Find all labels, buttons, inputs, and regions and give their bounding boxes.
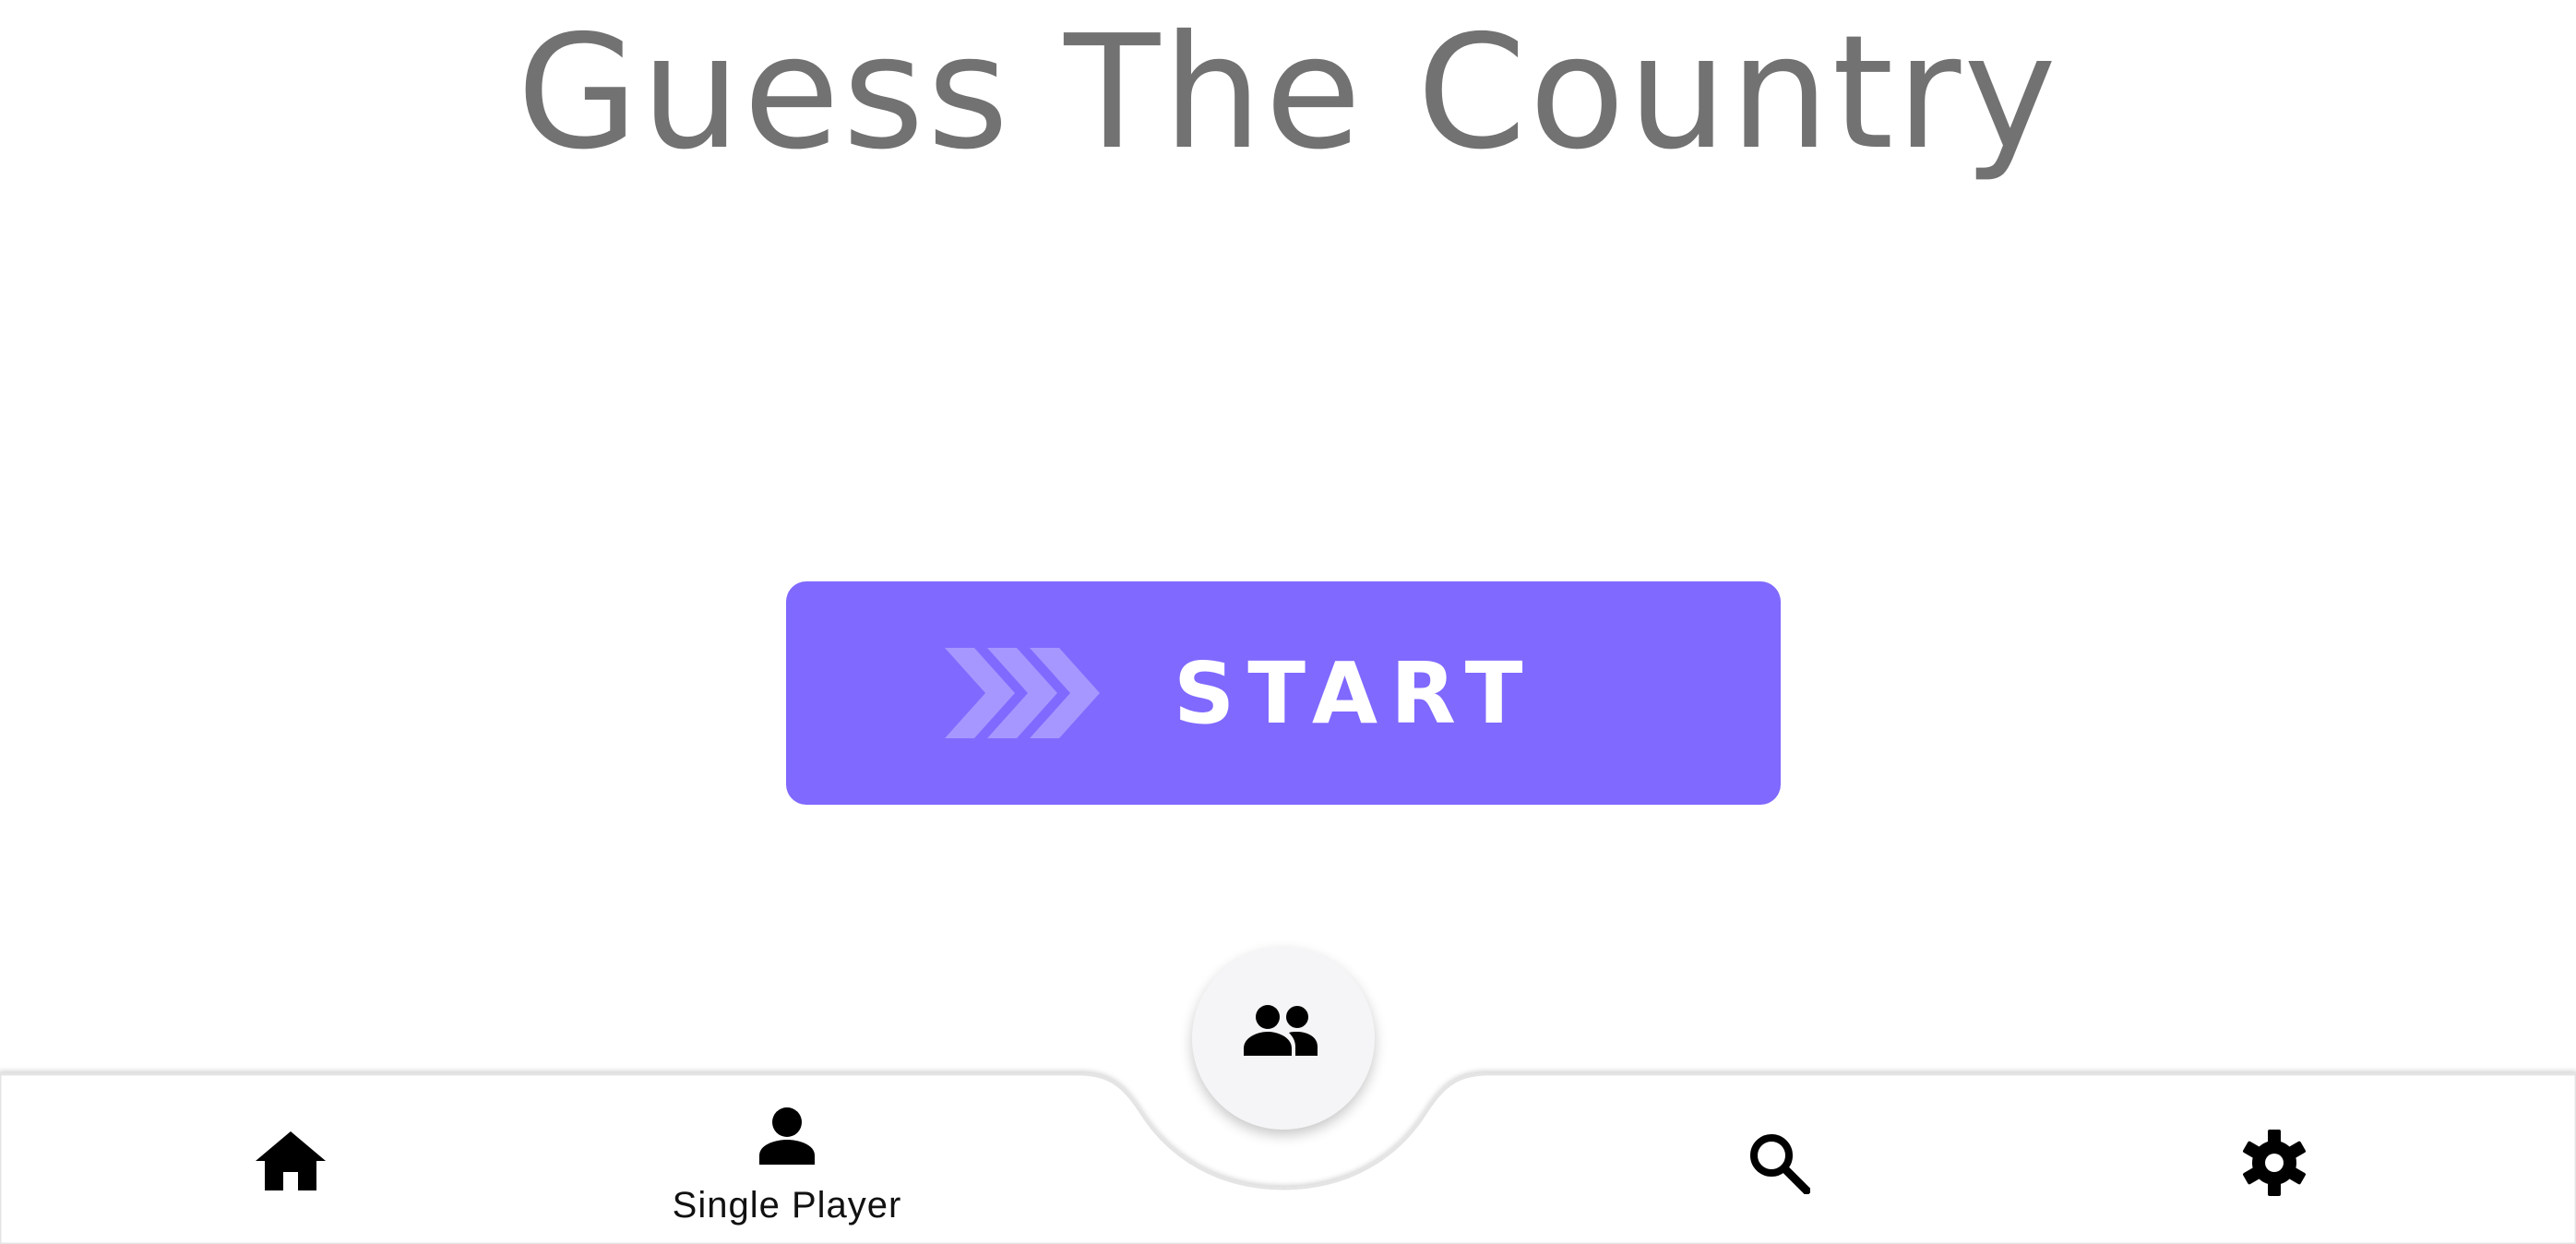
- start-button[interactable]: START: [786, 581, 1781, 805]
- nav-item-home[interactable]: [221, 1061, 360, 1244]
- page-title: Guess The Country: [517, 2, 2059, 185]
- multiplayer-fab[interactable]: [1192, 947, 1375, 1130]
- search-icon: [1750, 1134, 1810, 1194]
- nav-item-search[interactable]: [1709, 1061, 1847, 1244]
- home-icon: [256, 1131, 326, 1190]
- start-label: START: [1174, 644, 1536, 743]
- nav-item-settings[interactable]: [2205, 1061, 2343, 1244]
- person-icon: [759, 1107, 815, 1165]
- nav-item-single-player[interactable]: Single Player: [646, 1061, 928, 1244]
- app-screen: Guess The Country START Single Player: [0, 0, 2576, 1244]
- triple-chevron-right-icon: [945, 648, 1100, 738]
- gear-icon: [2243, 1130, 2306, 1196]
- people-icon: [1244, 1005, 1318, 1056]
- nav-label-single-player: Single Player: [672, 1185, 902, 1226]
